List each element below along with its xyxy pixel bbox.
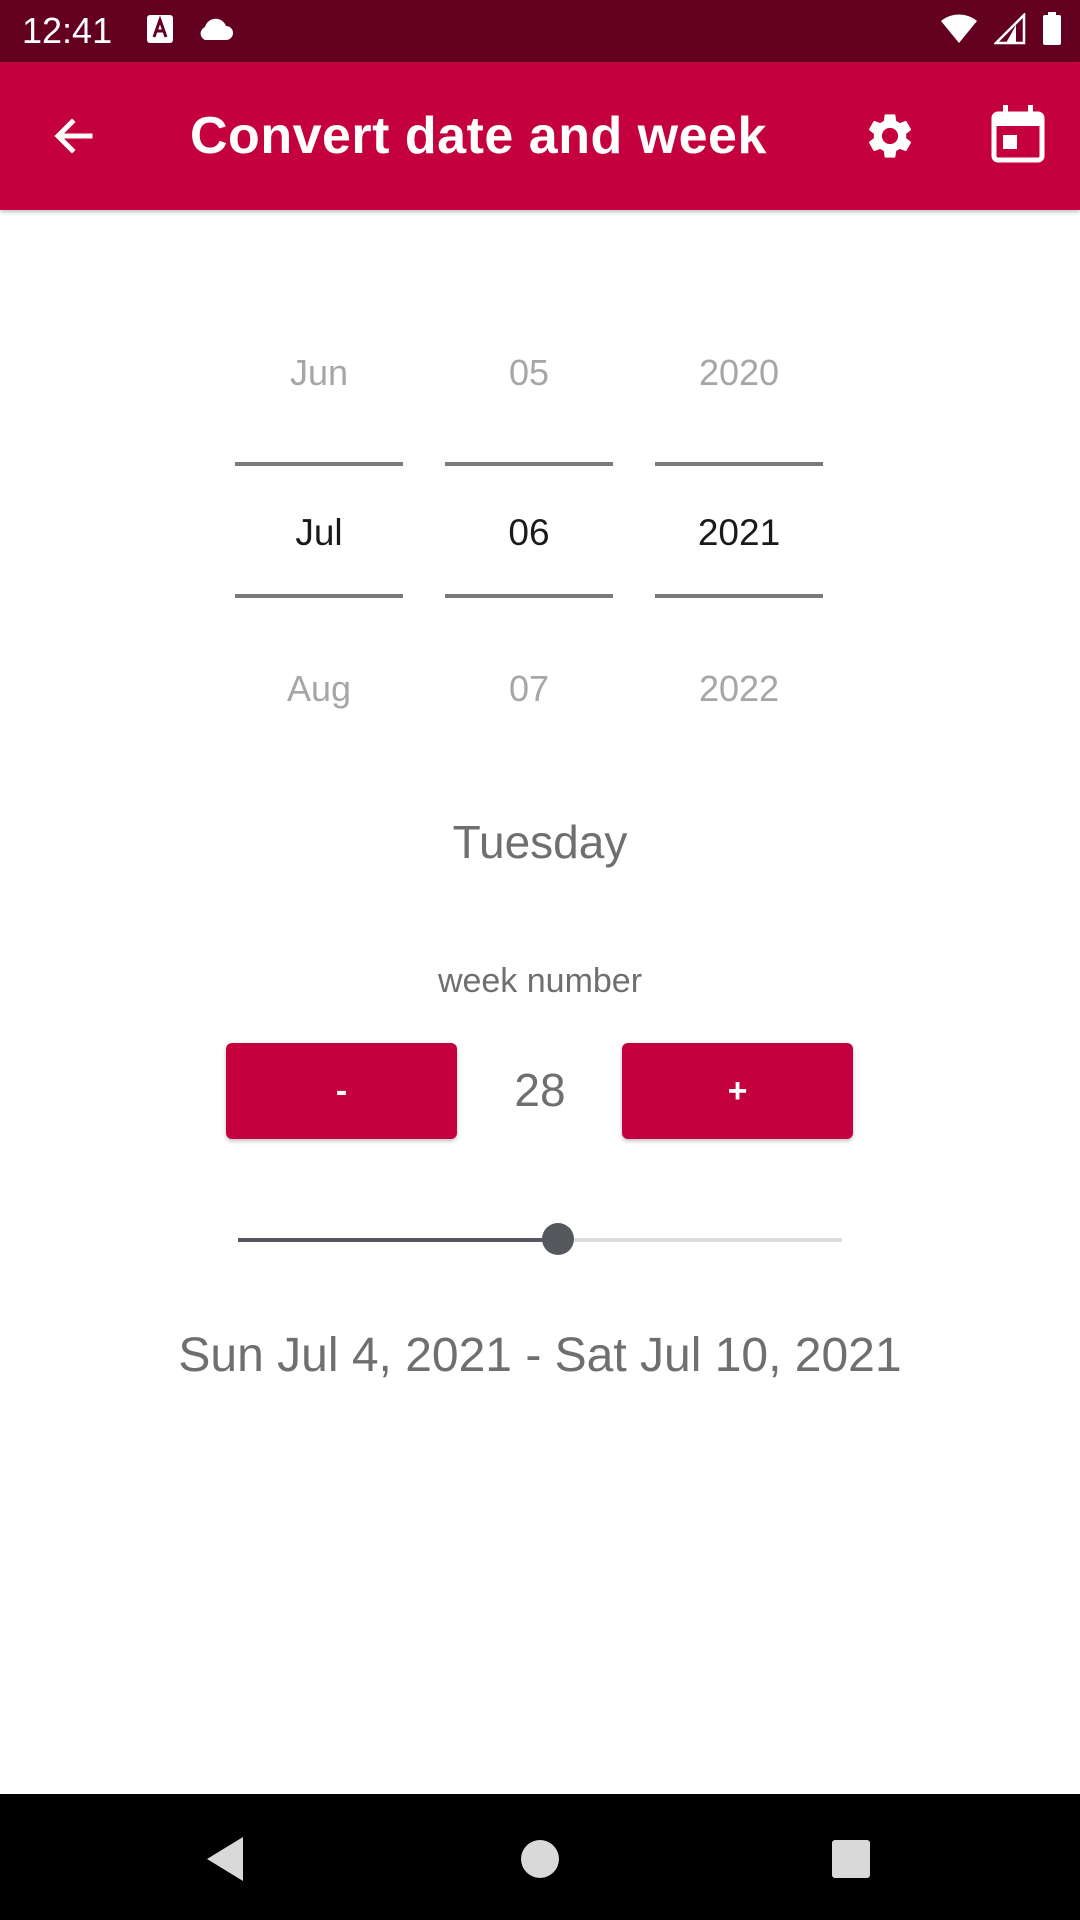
wifi-icon [940, 13, 978, 50]
week-slider[interactable] [238, 1223, 842, 1255]
settings-button[interactable] [858, 104, 922, 168]
day-next[interactable]: 07 [445, 668, 613, 710]
cloud-icon [196, 16, 234, 47]
back-arrow-icon [54, 118, 93, 154]
month-next[interactable]: Aug [235, 668, 403, 710]
status-time: 12:41 [22, 10, 113, 51]
back-button[interactable] [44, 106, 104, 166]
signal-icon [992, 11, 1026, 50]
day-selected[interactable]: 06 [445, 512, 613, 554]
divider [235, 462, 403, 466]
recents-square-icon [832, 1840, 870, 1878]
month-prev[interactable]: Jun [235, 352, 403, 394]
divider [445, 594, 613, 598]
nav-home-button[interactable] [505, 1824, 575, 1894]
app-bar: Convert date and week [0, 62, 1080, 210]
gear-icon [868, 114, 912, 158]
increment-week-button[interactable]: + [622, 1043, 853, 1139]
nav-recents-button[interactable] [816, 1824, 886, 1894]
calendar-button[interactable] [986, 102, 1050, 166]
calendar-icon [991, 105, 1045, 163]
week-date-range: Sun Jul 4, 2021 - Sat Jul 10, 2021 [178, 1329, 902, 1382]
divider [445, 462, 613, 466]
battery-icon [1042, 12, 1062, 51]
week-number-value: 28 [514, 1064, 566, 1116]
back-triangle-icon [207, 1837, 243, 1881]
week-number-label: week number [437, 962, 643, 1000]
weekday-text: Tuesday [452, 816, 628, 868]
divider [655, 462, 823, 466]
status-bar: 12:41 [0, 0, 1080, 62]
divider [235, 594, 403, 598]
slider-fill [238, 1238, 559, 1242]
day-prev[interactable]: 05 [445, 352, 613, 394]
decrement-week-button[interactable]: - [226, 1043, 457, 1139]
home-circle-icon [521, 1840, 559, 1878]
system-nav-bar [0, 1794, 1080, 1920]
nav-back-button[interactable] [190, 1824, 260, 1894]
year-selected[interactable]: 2021 [655, 512, 823, 554]
year-next[interactable]: 2022 [655, 668, 823, 710]
a-notification-icon [146, 14, 174, 49]
divider [655, 594, 823, 598]
month-selected[interactable]: Jul [235, 512, 403, 554]
slider-thumb[interactable] [542, 1223, 575, 1255]
page-title: Convert date and week [190, 107, 767, 165]
year-prev[interactable]: 2020 [655, 352, 823, 394]
